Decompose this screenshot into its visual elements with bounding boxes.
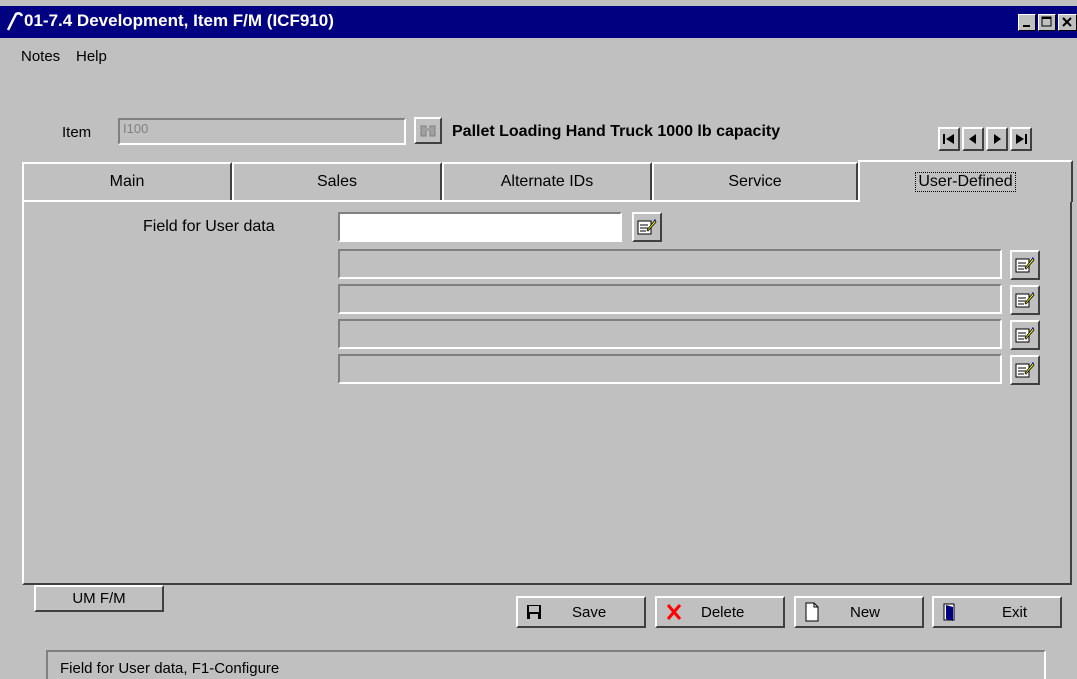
edit-notes-icon <box>1015 327 1035 343</box>
tab-user-defined-label: User-Defined <box>915 172 1016 192</box>
last-record-button[interactable] <box>1010 127 1032 151</box>
binoculars-icon <box>420 125 436 136</box>
menu-help-label: Help <box>76 48 107 65</box>
maximize-icon <box>1041 16 1052 27</box>
tab-main[interactable]: Main <box>22 162 232 200</box>
tab-sales-label: Sales <box>316 173 358 190</box>
title-bar: 01-7.4 Development, Item F/M (ICF910) <box>0 6 1077 38</box>
tab-service[interactable]: Service <box>652 162 858 200</box>
menu-notes-label: Notes <box>21 48 61 65</box>
first-record-button[interactable] <box>938 127 960 151</box>
new-button[interactable]: New <box>794 596 924 628</box>
new-document-icon <box>805 602 819 622</box>
user-field-label: Field for User data <box>143 218 275 235</box>
exit-button[interactable]: Exit <box>932 596 1062 628</box>
status-bar: Field for User data, F1-Configure <box>46 650 1046 679</box>
first-record-icon <box>943 134 954 144</box>
item-description: Pallet Loading Hand Truck 1000 lb capaci… <box>452 123 781 140</box>
item-field[interactable]: I100 <box>118 118 406 145</box>
um-fm-label: UM F/M <box>72 590 126 607</box>
user-extra-field-1[interactable] <box>338 249 1002 279</box>
delete-button[interactable]: Delete <box>655 596 785 628</box>
next-record-button[interactable] <box>986 127 1008 151</box>
delete-label: Delete <box>701 603 745 621</box>
user-field-edit-button[interactable] <box>632 212 662 242</box>
tab-main-label: Main <box>109 173 145 190</box>
last-record-icon <box>1016 134 1027 144</box>
save-button[interactable]: Save <box>516 596 646 628</box>
minimize-button[interactable] <box>1018 14 1036 31</box>
tab-service-label: Service <box>728 173 782 190</box>
user-extra-field-2[interactable] <box>338 284 1002 314</box>
item-lookup-button[interactable] <box>414 117 442 144</box>
edit-notes-icon <box>1015 362 1035 378</box>
user-extra-edit-button-1[interactable] <box>1010 250 1040 280</box>
close-icon <box>1062 17 1072 27</box>
item-value: I100 <box>123 121 149 136</box>
new-label: New <box>850 603 881 621</box>
menu-notes[interactable]: Notes <box>21 48 60 65</box>
tab-sales[interactable]: Sales <box>232 162 442 200</box>
edit-notes-icon <box>1015 292 1035 308</box>
floppy-disk-icon <box>527 605 541 619</box>
user-extra-edit-button-4[interactable] <box>1010 355 1040 385</box>
exit-label: Exit <box>1002 603 1028 621</box>
window-title: 01-7.4 Development, Item F/M (ICF910) <box>24 11 334 30</box>
tab-alternate-ids-label: Alternate IDs <box>500 173 594 190</box>
status-text: Field for User data, F1-Configure <box>60 660 280 677</box>
user-field-input[interactable] <box>338 212 622 242</box>
user-extra-edit-button-2[interactable] <box>1010 285 1040 315</box>
user-extra-field-3[interactable] <box>338 319 1002 349</box>
app-icon <box>6 12 24 31</box>
previous-record-button[interactable] <box>962 127 984 151</box>
menu-help[interactable]: Help <box>76 48 107 65</box>
user-extra-field-4[interactable] <box>338 354 1002 384</box>
previous-record-icon <box>969 134 976 144</box>
edit-notes-icon <box>637 219 657 235</box>
minimize-icon <box>1023 25 1030 27</box>
edit-notes-icon <box>1015 257 1035 273</box>
close-button[interactable] <box>1058 14 1077 31</box>
user-extra-edit-button-3[interactable] <box>1010 320 1040 350</box>
item-label: Item <box>62 124 92 141</box>
save-label: Save <box>572 603 607 621</box>
um-fm-button[interactable]: UM F/M <box>34 585 164 612</box>
exit-door-icon <box>943 603 955 621</box>
next-record-icon <box>994 134 1001 144</box>
tab-user-defined[interactable]: User-Defined <box>858 160 1073 202</box>
tab-alternate-ids[interactable]: Alternate IDs <box>442 162 652 200</box>
delete-x-icon <box>666 604 682 620</box>
maximize-button[interactable] <box>1038 14 1056 31</box>
